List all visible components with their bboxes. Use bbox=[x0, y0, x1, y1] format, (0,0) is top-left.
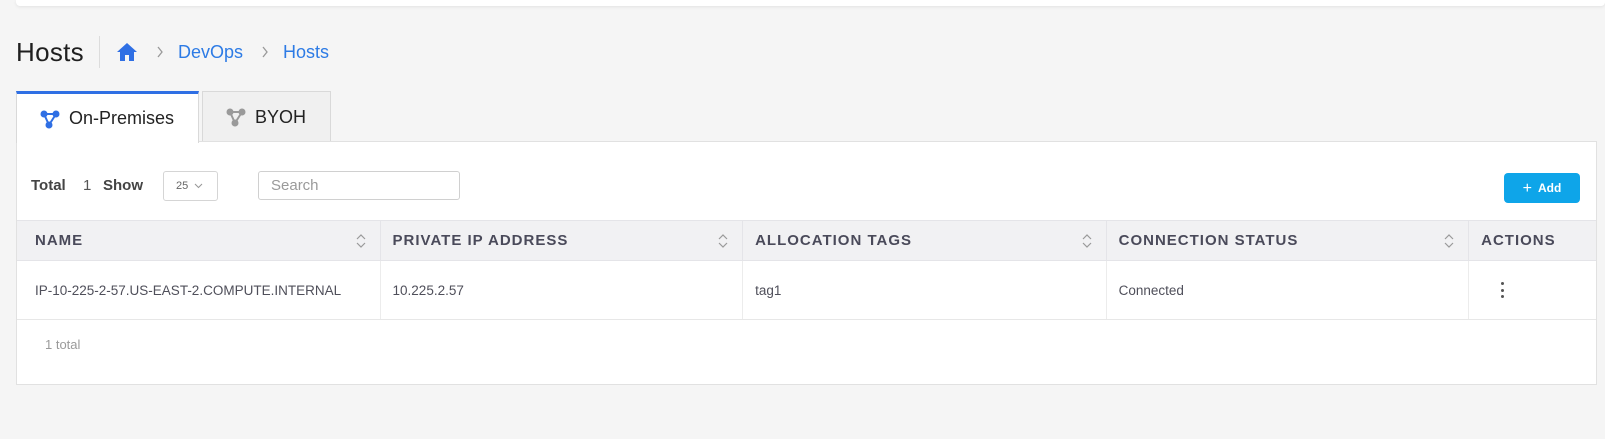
nodes-icon bbox=[39, 108, 61, 130]
column-header-allocation-tags[interactable]: ALLOCATION TAGS bbox=[743, 221, 1107, 260]
hosts-table: NAME PRIVATE IP ADDRESS ALLOCATION TAGS … bbox=[17, 220, 1596, 320]
top-bar bbox=[16, 0, 1605, 6]
chevron-right-icon bbox=[156, 46, 164, 58]
column-header-name[interactable]: NAME bbox=[17, 221, 381, 260]
table-row[interactable]: IP-10-225-2-57.US-EAST-2.COMPUTE.INTERNA… bbox=[17, 261, 1596, 320]
column-header-connection-status[interactable]: CONNECTION STATUS bbox=[1107, 221, 1470, 260]
sort-icon[interactable] bbox=[1444, 233, 1454, 249]
column-header-label: ALLOCATION TAGS bbox=[755, 232, 913, 249]
sort-icon[interactable] bbox=[1082, 233, 1092, 249]
show-label: Show bbox=[103, 177, 143, 194]
pagination-total: 1 total bbox=[45, 337, 81, 352]
table-header: NAME PRIVATE IP ADDRESS ALLOCATION TAGS … bbox=[17, 220, 1596, 261]
column-header-label: CONNECTION STATUS bbox=[1118, 232, 1299, 249]
column-header-label: NAME bbox=[35, 232, 84, 249]
header-divider bbox=[98, 36, 100, 68]
plus-icon: + bbox=[1522, 179, 1532, 197]
nodes-icon bbox=[225, 106, 247, 128]
total-value: 1 bbox=[83, 177, 92, 194]
tab-label: On-Premises bbox=[69, 108, 175, 128]
cell-private-ip: 10.225.2.57 bbox=[381, 261, 744, 319]
cell-connection-status: Connected bbox=[1107, 261, 1470, 319]
add-button-label: Add bbox=[1538, 181, 1562, 195]
page-size-value: 25 bbox=[176, 180, 189, 192]
sort-icon[interactable] bbox=[718, 233, 728, 249]
tab-bar: On-Premises BYOH bbox=[16, 91, 334, 143]
page-title: Hosts bbox=[16, 36, 84, 67]
cell-allocation-tags: tag1 bbox=[743, 261, 1107, 319]
cell-name: IP-10-225-2-57.US-EAST-2.COMPUTE.INTERNA… bbox=[17, 261, 381, 319]
search-input[interactable] bbox=[258, 171, 460, 200]
column-header-actions: ACTIONS bbox=[1469, 221, 1596, 260]
column-header-label: ACTIONS bbox=[1481, 232, 1556, 249]
hosts-panel: Total 1 Show 25 + Add NAME PRIVATE IP AD… bbox=[16, 141, 1597, 385]
table-toolbar: Total 1 Show 25 + Add bbox=[17, 142, 1596, 220]
add-button[interactable]: + Add bbox=[1504, 173, 1580, 203]
kebab-menu-icon[interactable] bbox=[1499, 282, 1505, 298]
cell-actions bbox=[1469, 261, 1596, 319]
tab-on-premises[interactable]: On-Premises bbox=[16, 91, 200, 143]
breadcrumb-hosts[interactable]: Hosts bbox=[283, 42, 329, 63]
sort-icon[interactable] bbox=[356, 233, 366, 249]
page-size-select[interactable]: 25 bbox=[163, 171, 218, 201]
column-header-private-ip[interactable]: PRIVATE IP ADDRESS bbox=[381, 221, 744, 260]
page-header: Hosts DevOps Hosts bbox=[16, 34, 329, 70]
column-header-label: PRIVATE IP ADDRESS bbox=[392, 232, 569, 249]
chevron-right-icon bbox=[261, 46, 269, 58]
home-icon[interactable] bbox=[116, 41, 138, 63]
breadcrumb-devops[interactable]: DevOps bbox=[178, 42, 243, 63]
tab-byoh[interactable]: BYOH bbox=[202, 91, 332, 142]
tab-label: BYOH bbox=[255, 106, 307, 127]
chevron-down-icon bbox=[194, 183, 203, 189]
total-label: Total bbox=[31, 177, 66, 194]
